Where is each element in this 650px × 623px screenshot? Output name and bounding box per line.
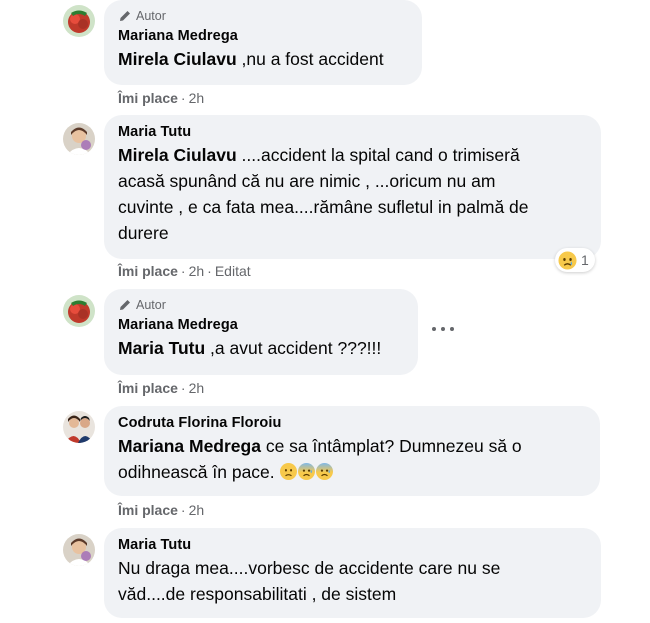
comment-bubble: Autor Mariana Medrega Mirela Ciulavu ,nu… — [104, 0, 422, 85]
reaction-count: 1 — [581, 252, 589, 268]
sad-face-emoji-icon — [279, 463, 297, 480]
comment-text: Mariana Medrega ce sa întâmplat? Dumneze… — [118, 436, 522, 482]
comment-author-name[interactable]: Mariana Medrega — [118, 27, 408, 46]
sad-reaction-icon — [558, 250, 577, 270]
comment-actions: Îmi place · 2h — [118, 380, 205, 396]
like-button[interactable]: Îmi place — [118, 263, 178, 279]
dot-icon — [432, 327, 436, 331]
edited-label[interactable]: Editat — [215, 263, 251, 279]
author-badge-label: Autor — [136, 298, 166, 312]
like-button[interactable]: Îmi place — [118, 380, 178, 396]
comment-bubble: Autor Mariana Medrega Maria Tutu ,a avut… — [104, 289, 418, 375]
avatar-mariana-medrega[interactable] — [63, 295, 95, 327]
comment-author-name[interactable]: Mariana Medrega — [118, 316, 404, 335]
comment-text: Mirela Ciulavu ,nu a fost accident — [118, 49, 384, 69]
mention-link[interactable]: Mirela Ciulavu — [118, 49, 237, 69]
author-badge: Autor — [118, 8, 408, 24]
comment-bubble: Maria Tutu Mirela Ciulavu ....accident l… — [104, 115, 601, 259]
more-options-button[interactable] — [432, 322, 454, 336]
author-badge-label: Autor — [136, 9, 166, 23]
avatar-mariana-medrega[interactable] — [63, 5, 95, 37]
anxious-face-emoji-icon — [315, 463, 333, 480]
comment-bubble: Codruta Florina Floroiu Mariana Medrega … — [104, 406, 600, 496]
reaction-count-badge[interactable]: 1 — [555, 248, 595, 272]
avatar-codruta-florina-floroiu[interactable] — [63, 411, 95, 443]
like-button[interactable]: Îmi place — [118, 502, 178, 518]
comment-author-name[interactable]: Codruta Florina Floroiu — [118, 414, 586, 433]
mention-link[interactable]: Mirela Ciulavu — [118, 145, 237, 165]
pencil-icon — [120, 300, 130, 310]
comment-timestamp[interactable]: 2h — [189, 502, 205, 518]
comment-actions: Îmi place · 2h — [118, 90, 205, 106]
comment-author-name[interactable]: Maria Tutu — [118, 536, 587, 555]
pencil-icon — [120, 11, 130, 21]
comment-text: Nu draga mea....vorbesc de accidente car… — [118, 558, 501, 604]
comment-timestamp[interactable]: 2h — [189, 380, 205, 396]
like-button[interactable]: Îmi place — [118, 90, 178, 106]
author-badge: Autor — [118, 297, 404, 313]
comment-text: Mirela Ciulavu ....accident la spital ca… — [118, 145, 529, 243]
anxious-face-emoji-icon — [297, 463, 315, 480]
comment-text: Maria Tutu ,a avut accident ???!!! — [118, 338, 382, 358]
comment-actions: Îmi place · 2h — [118, 502, 205, 518]
avatar-maria-tutu[interactable] — [63, 123, 95, 155]
avatar-maria-tutu[interactable] — [63, 534, 95, 566]
comment-bubble: Maria Tutu Nu draga mea....vorbesc de ac… — [104, 528, 601, 618]
comment-author-name[interactable]: Maria Tutu — [118, 123, 587, 142]
comment-timestamp[interactable]: 2h — [189, 90, 205, 106]
dot-icon — [441, 327, 445, 331]
dot-icon — [450, 327, 454, 331]
mention-link[interactable]: Mariana Medrega — [118, 436, 261, 456]
comment-timestamp[interactable]: 2h — [189, 263, 205, 279]
comment-actions: Îmi place · 2h · Editat — [118, 263, 251, 279]
mention-link[interactable]: Maria Tutu — [118, 338, 205, 358]
